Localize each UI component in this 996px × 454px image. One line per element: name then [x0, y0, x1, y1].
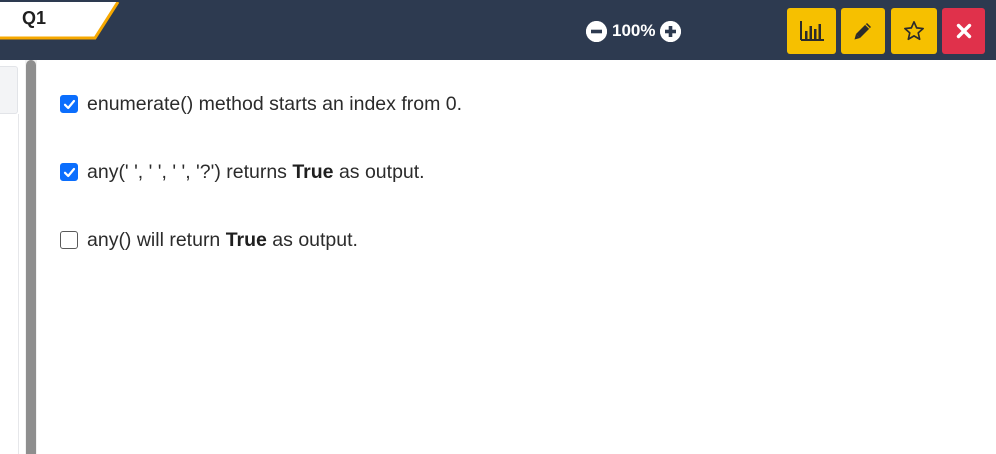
checkmark-icon — [63, 99, 75, 109]
scrollbar-thumb[interactable] — [26, 60, 36, 454]
left-panel — [0, 60, 20, 454]
zoom-in-button[interactable] — [660, 20, 682, 42]
option-checkbox[interactable] — [60, 163, 78, 181]
option-3[interactable]: any() will return True as output. — [60, 224, 960, 256]
close-icon — [956, 23, 971, 39]
option-text: enumerate() method starts an index from … — [87, 92, 463, 115]
zoom-out-button[interactable] — [586, 20, 607, 42]
question-tab-shape — [0, 2, 120, 40]
favorite-button[interactable] — [891, 8, 937, 54]
checkmark-icon — [63, 167, 75, 177]
question-tab-label: Q1 — [22, 8, 47, 28]
bar-chart-icon — [799, 21, 824, 41]
question-tab[interactable]: Q1 — [0, 2, 120, 40]
plus-circle-icon — [660, 20, 682, 42]
option-text: any() will return True as output. — [87, 228, 358, 251]
left-panel-divider — [18, 114, 19, 454]
top-bar: Q1 100% — [0, 0, 996, 60]
left-panel-card[interactable] — [0, 66, 18, 114]
answer-options: enumerate() method starts an index from … — [60, 88, 960, 292]
option-2[interactable]: any(' ', ' ', ' ', '?') returns True as … — [60, 156, 960, 188]
zoom-level: 100% — [612, 21, 656, 40]
option-checkbox[interactable] — [60, 231, 78, 249]
option-checkbox[interactable] — [60, 95, 78, 113]
minus-circle-icon — [586, 20, 607, 42]
option-1[interactable]: enumerate() method starts an index from … — [60, 88, 960, 120]
option-text: any(' ', ' ', ' ', '?') returns True as … — [87, 160, 425, 183]
zoom-control: 100% — [586, 19, 682, 43]
edit-button[interactable] — [841, 8, 885, 54]
pencil-icon — [854, 23, 871, 40]
star-icon — [904, 21, 924, 41]
close-button[interactable] — [942, 8, 985, 54]
stats-button[interactable] — [787, 8, 836, 54]
